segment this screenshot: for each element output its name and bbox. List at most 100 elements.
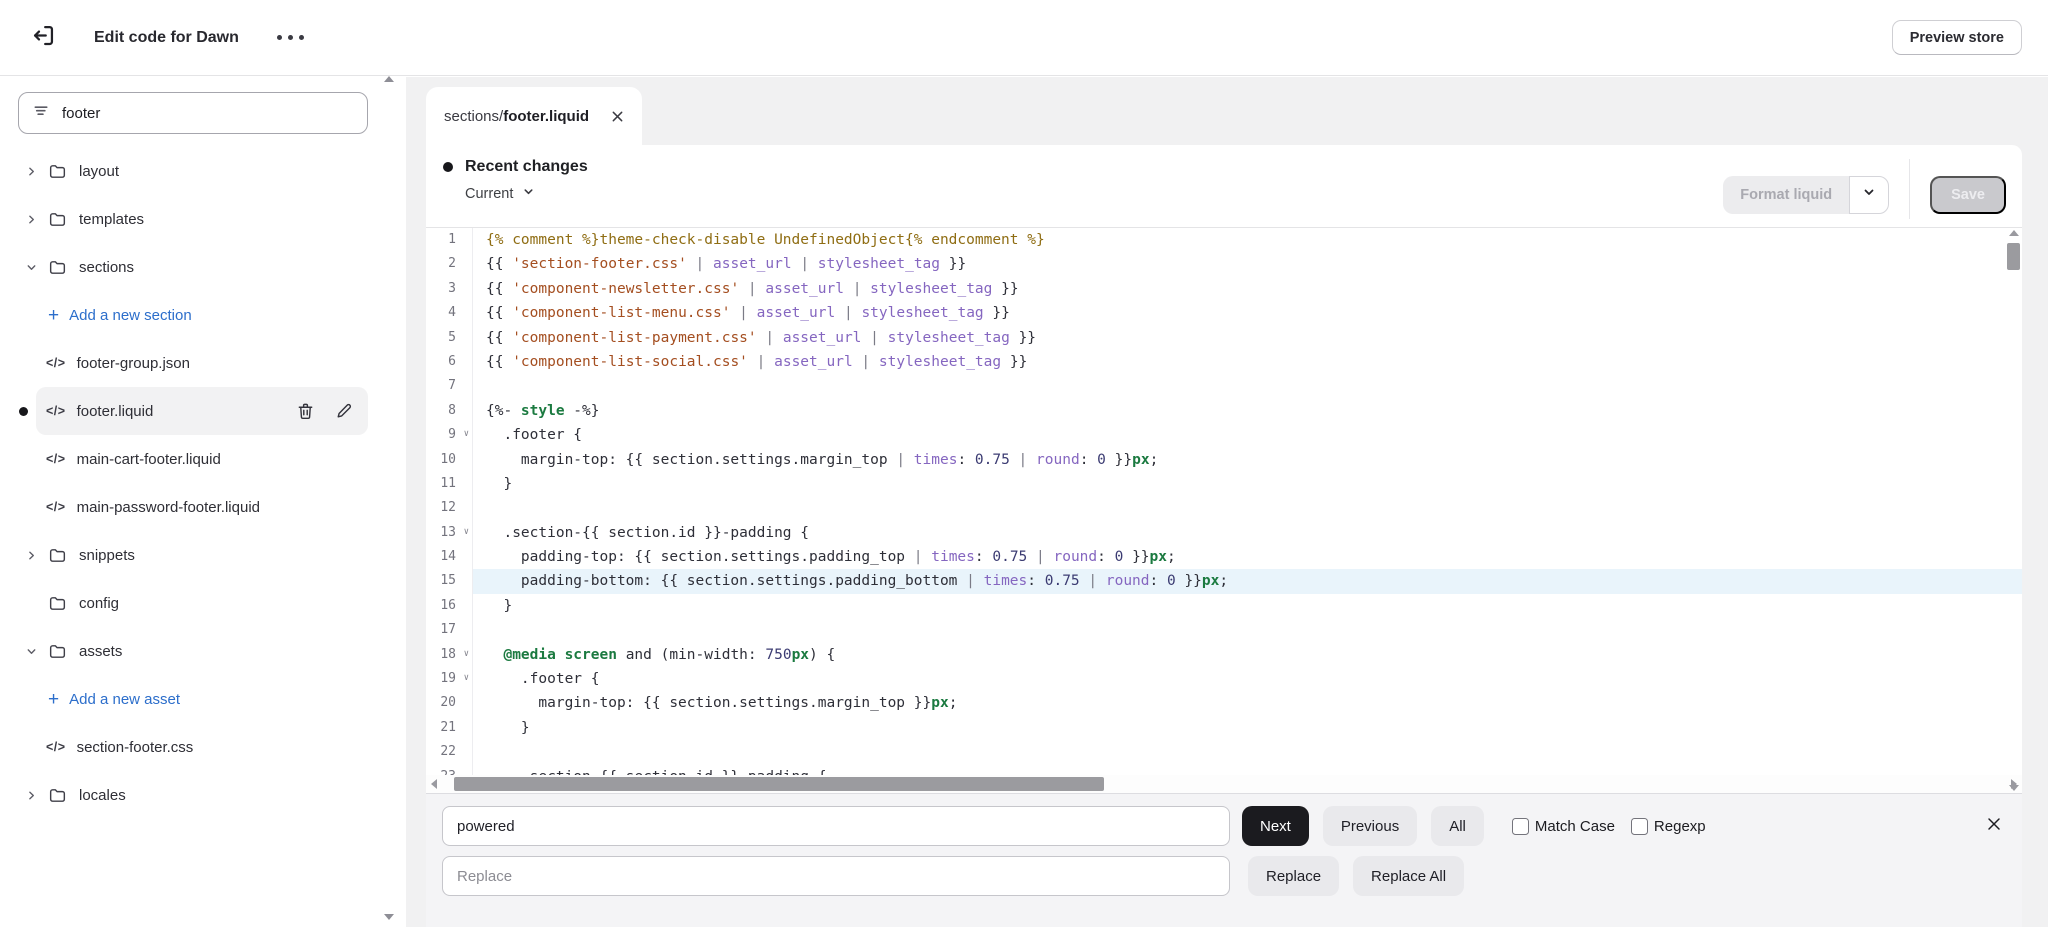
code-line-22[interactable]: 22 <box>426 740 2022 764</box>
regexp-option[interactable]: Regexp <box>1631 818 1706 835</box>
code-text[interactable]: {{ 'component-list-social.css' | asset_u… <box>473 350 2022 374</box>
chevron-right-icon[interactable] <box>24 213 39 226</box>
fold-arrow-icon[interactable]: ∨ <box>464 528 469 537</box>
sidebar-scroll-down-arrow[interactable] <box>384 914 394 920</box>
chevron-right-icon[interactable] <box>24 789 39 802</box>
code-text[interactable] <box>473 618 2022 642</box>
horizontal-scrollbar[interactable] <box>426 775 2022 793</box>
sidebar-item-locales[interactable]: locales <box>0 771 406 819</box>
preview-store-button[interactable]: Preview store <box>1892 20 2022 55</box>
scroll-down-arrow[interactable] <box>2009 785 2019 791</box>
code-text[interactable]: .footer { <box>473 667 2022 691</box>
match-case-checkbox[interactable] <box>1512 818 1529 835</box>
code-line-16[interactable]: 16 } <box>426 594 2022 618</box>
code-text[interactable]: @media screen and (min-width: 750px) { <box>473 643 2022 667</box>
sidebar-item-add-a-new-asset[interactable]: +Add a new asset <box>0 675 406 723</box>
code-text[interactable]: {{ 'component-list-payment.css' | asset_… <box>473 326 2022 350</box>
scroll-up-arrow[interactable] <box>2009 230 2019 236</box>
code-text[interactable]: .section-{{ section.id }}-padding { <box>473 521 2022 545</box>
code-line-18[interactable]: 18∨ @media screen and (min-width: 750px)… <box>426 643 2022 667</box>
tab-sections-footer-liquid[interactable]: sections/footer.liquid <box>426 87 642 145</box>
code-line-1[interactable]: 1{% comment %}theme-check-disable Undefi… <box>426 228 2022 252</box>
code-line-20[interactable]: 20 margin-top: {{ section.settings.margi… <box>426 691 2022 715</box>
delete-file-button[interactable] <box>296 402 315 421</box>
replace-button[interactable]: Replace <box>1248 856 1339 896</box>
code-line-8[interactable]: 8{%- style -%} <box>426 399 2022 423</box>
code-line-14[interactable]: 14 padding-top: {{ section.settings.padd… <box>426 545 2022 569</box>
code-text[interactable]: margin-top: {{ section.settings.margin_t… <box>473 691 2022 715</box>
code-line-7[interactable]: 7 <box>426 374 2022 398</box>
code-line-15[interactable]: 15 padding-bottom: {{ section.settings.p… <box>426 569 2022 593</box>
code-text[interactable]: .footer { <box>473 423 2022 447</box>
code-line-12[interactable]: 12 <box>426 496 2022 520</box>
regexp-checkbox[interactable] <box>1631 818 1648 835</box>
fold-arrow-icon[interactable]: ∨ <box>464 674 469 683</box>
version-dropdown[interactable]: Current <box>465 185 588 203</box>
code-line-3[interactable]: 3{{ 'component-newsletter.css' | asset_u… <box>426 277 2022 301</box>
sidebar-item-assets[interactable]: assets <box>0 627 406 675</box>
code-text[interactable]: {% comment %}theme-check-disable Undefin… <box>473 228 2022 252</box>
code-text[interactable]: margin-top: {{ section.settings.margin_t… <box>473 448 2022 472</box>
fold-arrow-icon[interactable]: ∨ <box>464 650 469 659</box>
code-text[interactable] <box>473 740 2022 764</box>
code-line-10[interactable]: 10 margin-top: {{ section.settings.margi… <box>426 448 2022 472</box>
sidebar-item-main-password-footer-liquid[interactable]: </>main-password-footer.liquid <box>0 483 406 531</box>
sidebar-item-config[interactable]: config <box>0 579 406 627</box>
replace-all-button[interactable]: Replace All <box>1353 856 1464 896</box>
format-liquid-button[interactable]: Format liquid <box>1723 176 1849 214</box>
format-liquid-menu-button[interactable] <box>1849 176 1889 214</box>
match-case-option[interactable]: Match Case <box>1512 818 1615 835</box>
code-line-6[interactable]: 6{{ 'component-list-social.css' | asset_… <box>426 350 2022 374</box>
find-input[interactable] <box>442 806 1230 846</box>
sidebar-item-snippets[interactable]: snippets <box>0 531 406 579</box>
sidebar-item-templates[interactable]: templates <box>0 195 406 243</box>
code-line-13[interactable]: 13∨ .section-{{ section.id }}-padding { <box>426 521 2022 545</box>
chevron-right-icon[interactable] <box>24 549 39 562</box>
rename-file-button[interactable] <box>335 402 354 421</box>
code-line-5[interactable]: 5{{ 'component-list-payment.css' | asset… <box>426 326 2022 350</box>
code-text[interactable]: padding-bottom: {{ section.settings.padd… <box>473 569 2022 593</box>
code-text[interactable]: padding-top: {{ section.settings.padding… <box>473 545 2022 569</box>
sidebar-item-main-cart-footer-liquid[interactable]: </>main-cart-footer.liquid <box>0 435 406 483</box>
code-line-9[interactable]: 9∨ .footer { <box>426 423 2022 447</box>
code-text[interactable]: } <box>473 716 2022 740</box>
code-text[interactable]: } <box>473 472 2022 496</box>
code-text[interactable]: {%- style -%} <box>473 399 2022 423</box>
sidebar-item-sections[interactable]: sections <box>0 243 406 291</box>
code-line-19[interactable]: 19∨ .footer { <box>426 667 2022 691</box>
code-line-11[interactable]: 11 } <box>426 472 2022 496</box>
tab-close-icon[interactable] <box>611 109 624 123</box>
code-line-2[interactable]: 2{{ 'section-footer.css' | asset_url | s… <box>426 252 2022 276</box>
replace-input[interactable] <box>442 856 1230 896</box>
find-all-button[interactable]: All <box>1431 806 1484 846</box>
sidebar-item-add-a-new-section[interactable]: +Add a new section <box>0 291 406 339</box>
sidebar-item-footer-group-json[interactable]: </>footer-group.json <box>0 339 406 387</box>
find-next-button[interactable]: Next <box>1242 806 1309 846</box>
code-line-17[interactable]: 17 <box>426 618 2022 642</box>
exit-editor-button[interactable] <box>26 21 60 55</box>
code-text[interactable]: {{ 'component-list-menu.css' | asset_url… <box>473 301 2022 325</box>
code-area[interactable]: 1{% comment %}theme-check-disable Undefi… <box>426 228 2022 793</box>
chevron-down-icon[interactable] <box>24 261 39 274</box>
format-liquid-split-button[interactable]: Format liquid <box>1723 176 1889 214</box>
chevron-right-icon[interactable] <box>24 165 39 178</box>
horizontal-scrollbar-thumb[interactable] <box>454 777 1104 791</box>
find-close-button[interactable] <box>1982 812 2006 836</box>
vertical-scrollbar-thumb[interactable] <box>2007 243 2020 270</box>
search-input[interactable] <box>62 105 354 122</box>
sidebar-item-footer-liquid[interactable]: </>footer.liquid <box>36 387 368 435</box>
save-button[interactable]: Save <box>1930 176 2006 214</box>
fold-arrow-icon[interactable]: ∨ <box>464 430 469 439</box>
code-text[interactable]: } <box>473 594 2022 618</box>
code-text[interactable] <box>473 496 2022 520</box>
code-text[interactable]: {{ 'section-footer.css' | asset_url | st… <box>473 252 2022 276</box>
code-line-21[interactable]: 21 } <box>426 716 2022 740</box>
find-previous-button[interactable]: Previous <box>1323 806 1417 846</box>
scroll-left-arrow[interactable] <box>431 779 437 789</box>
file-search-box[interactable] <box>18 92 368 134</box>
sidebar-item-section-footer-css[interactable]: </>section-footer.css <box>0 723 406 771</box>
chevron-down-icon[interactable] <box>24 645 39 658</box>
vertical-scrollbar[interactable] <box>2006 229 2022 792</box>
more-actions-button[interactable] <box>277 35 304 40</box>
sidebar-scroll-up-arrow[interactable] <box>384 76 394 82</box>
